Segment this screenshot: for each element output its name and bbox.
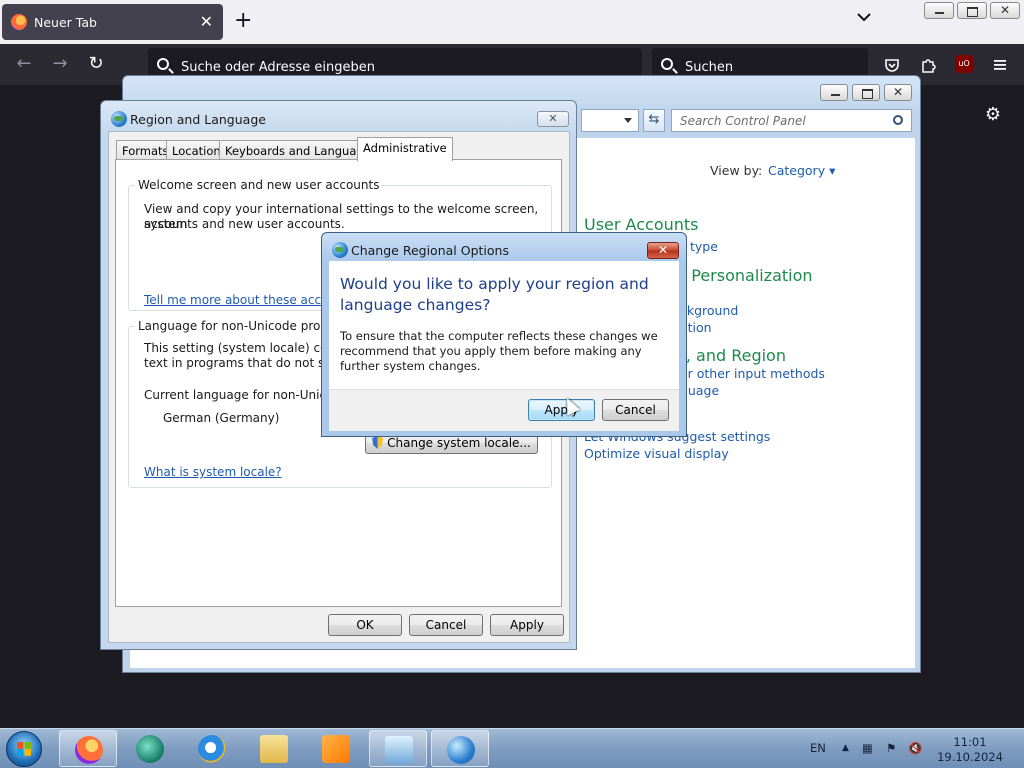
background-link[interactable]: ckground [680, 303, 738, 318]
show-hidden-icons-icon[interactable]: ▲ [842, 743, 849, 753]
dialog-message-area: Would you like to apply your region and … [329, 261, 679, 389]
firefox-icon [11, 14, 27, 30]
window-caption-buttons: ✕ [924, 2, 1020, 19]
play-icon [322, 735, 350, 763]
action-center-flag-icon[interactable]: ⚑ [886, 741, 896, 755]
internet-explorer-icon [198, 735, 226, 763]
ublock-origin-icon[interactable]: uO [955, 55, 973, 73]
input-methods-link[interactable]: or other input methods [680, 366, 825, 381]
clock-date: 19.10.2024 [937, 750, 1003, 764]
change-locale-label: Change system locale... [387, 436, 531, 450]
dialog-question: Would you like to apply your region and … [340, 275, 649, 314]
pocket-icon[interactable] [883, 56, 901, 74]
taskbar-media-center[interactable] [307, 730, 365, 767]
refresh-icon[interactable]: ⇆ [643, 109, 665, 132]
windows-logo-icon [17, 742, 31, 756]
tab-title: Neuer Tab [34, 15, 97, 30]
taskbar-firefox[interactable] [59, 730, 117, 767]
dialog-title: Region and Language [130, 112, 266, 127]
start-button[interactable] [6, 731, 42, 767]
language-indicator[interactable]: EN [810, 741, 826, 755]
close-window-button[interactable]: ✕ [990, 2, 1020, 19]
user-accounts-link[interactable]: type [690, 239, 718, 254]
restore-button[interactable] [957, 2, 987, 19]
dialog-title: Change Regional Options [351, 243, 509, 258]
extensions-icon[interactable] [919, 56, 937, 74]
taskbar-explorer[interactable] [245, 730, 303, 767]
current-language-value: German (Germany) [163, 411, 280, 425]
cancel-button[interactable]: Cancel [602, 399, 669, 421]
back-arrow-icon[interactable]: ← [14, 54, 34, 74]
view-by-label: View by: [710, 163, 763, 178]
search-icon [661, 58, 673, 70]
region-heading[interactable]: e, and Region [676, 346, 786, 365]
dialog-explanation: To ensure that the computer reflects the… [340, 329, 658, 373]
volume-muted-icon[interactable]: 🔇 [908, 741, 922, 755]
minimize-button[interactable] [924, 2, 954, 19]
search-icon [893, 115, 903, 125]
apply-button[interactable]: Apply [490, 614, 564, 636]
control-panel-caption-buttons: ✕ [820, 84, 912, 101]
view-by-dropdown[interactable]: Category ▾ [768, 163, 835, 178]
tab-location[interactable]: Location [166, 140, 227, 160]
gear-icon[interactable]: ⚙ [983, 105, 1003, 125]
close-button[interactable]: ✕ [537, 111, 569, 127]
minimize-button[interactable] [820, 84, 848, 101]
globe-icon [332, 242, 348, 258]
clock-time: 11:01 [953, 735, 987, 749]
cancel-button[interactable]: Cancel [409, 614, 483, 636]
maximize-button[interactable] [852, 84, 880, 101]
uac-shield-icon [372, 436, 384, 449]
search-placeholder: Search Control Panel [680, 114, 806, 128]
tab-administrative[interactable]: Administrative [357, 137, 453, 161]
url-placeholder: Suche oder Adresse eingeben [181, 60, 375, 75]
control-panel-search-input[interactable]: Search Control Panel [671, 109, 912, 132]
optimize-display-link[interactable]: Optimize visual display [584, 446, 729, 461]
welcome-description-line2: accounts and new user accounts. [144, 217, 345, 231]
chevron-down-icon[interactable] [624, 118, 632, 123]
network-icon[interactable]: ▦ [862, 741, 873, 755]
folder-icon [260, 735, 288, 763]
dialog-button-bar: Apply Cancel [329, 389, 679, 431]
reload-icon[interactable]: ↻ [86, 54, 106, 74]
close-tab-icon[interactable]: ✕ [200, 12, 213, 31]
taskbar-internet-explorer[interactable] [183, 730, 241, 767]
locale-description-line2: text in programs that do not supp [144, 356, 348, 370]
globe-icon [111, 111, 127, 127]
menu-icon[interactable] [991, 56, 1009, 74]
taskbar-media-player[interactable] [121, 730, 179, 767]
system-clock[interactable]: 11:01 19.10.2024 [930, 735, 1010, 765]
taskbar: EN ▲ ▦ ⚑ 🔇 11:01 19.10.2024 [0, 728, 1024, 768]
taskbar-control-panel[interactable] [369, 730, 427, 767]
list-all-tabs-icon[interactable] [856, 9, 872, 25]
control-panel-icon [385, 736, 413, 764]
firefox-icon [75, 736, 103, 764]
change-regional-options-dialog: Change Regional Options ✕ Would you like… [321, 232, 687, 437]
media-player-icon [136, 735, 164, 763]
search-icon [157, 58, 169, 70]
address-bar[interactable] [581, 109, 639, 132]
what-is-system-locale-link[interactable]: What is system locale? [144, 465, 282, 479]
search-placeholder: Suchen [685, 60, 734, 75]
close-window-button[interactable]: ✕ [884, 84, 912, 101]
ok-button[interactable]: OK [328, 614, 402, 636]
tell-me-more-link[interactable]: Tell me more about these accoun [144, 293, 344, 307]
current-language-label: Current language for non-Unicod [144, 388, 342, 402]
close-button[interactable]: ✕ [647, 242, 679, 259]
taskbar-region-language[interactable] [431, 730, 489, 767]
new-tab-button[interactable]: + [234, 8, 252, 34]
browser-tab-strip: Neuer Tab ✕ + ✕ [0, 0, 1024, 44]
globe-icon [447, 736, 475, 764]
group-legend: Language for non-Unicode prograr [135, 319, 349, 333]
personalization-heading[interactable]: d Personalization [676, 266, 813, 285]
browser-tab-new[interactable]: Neuer Tab ✕ [2, 4, 223, 40]
group-legend: Welcome screen and new user accounts [135, 178, 383, 192]
forward-arrow-icon[interactable]: → [50, 54, 70, 74]
